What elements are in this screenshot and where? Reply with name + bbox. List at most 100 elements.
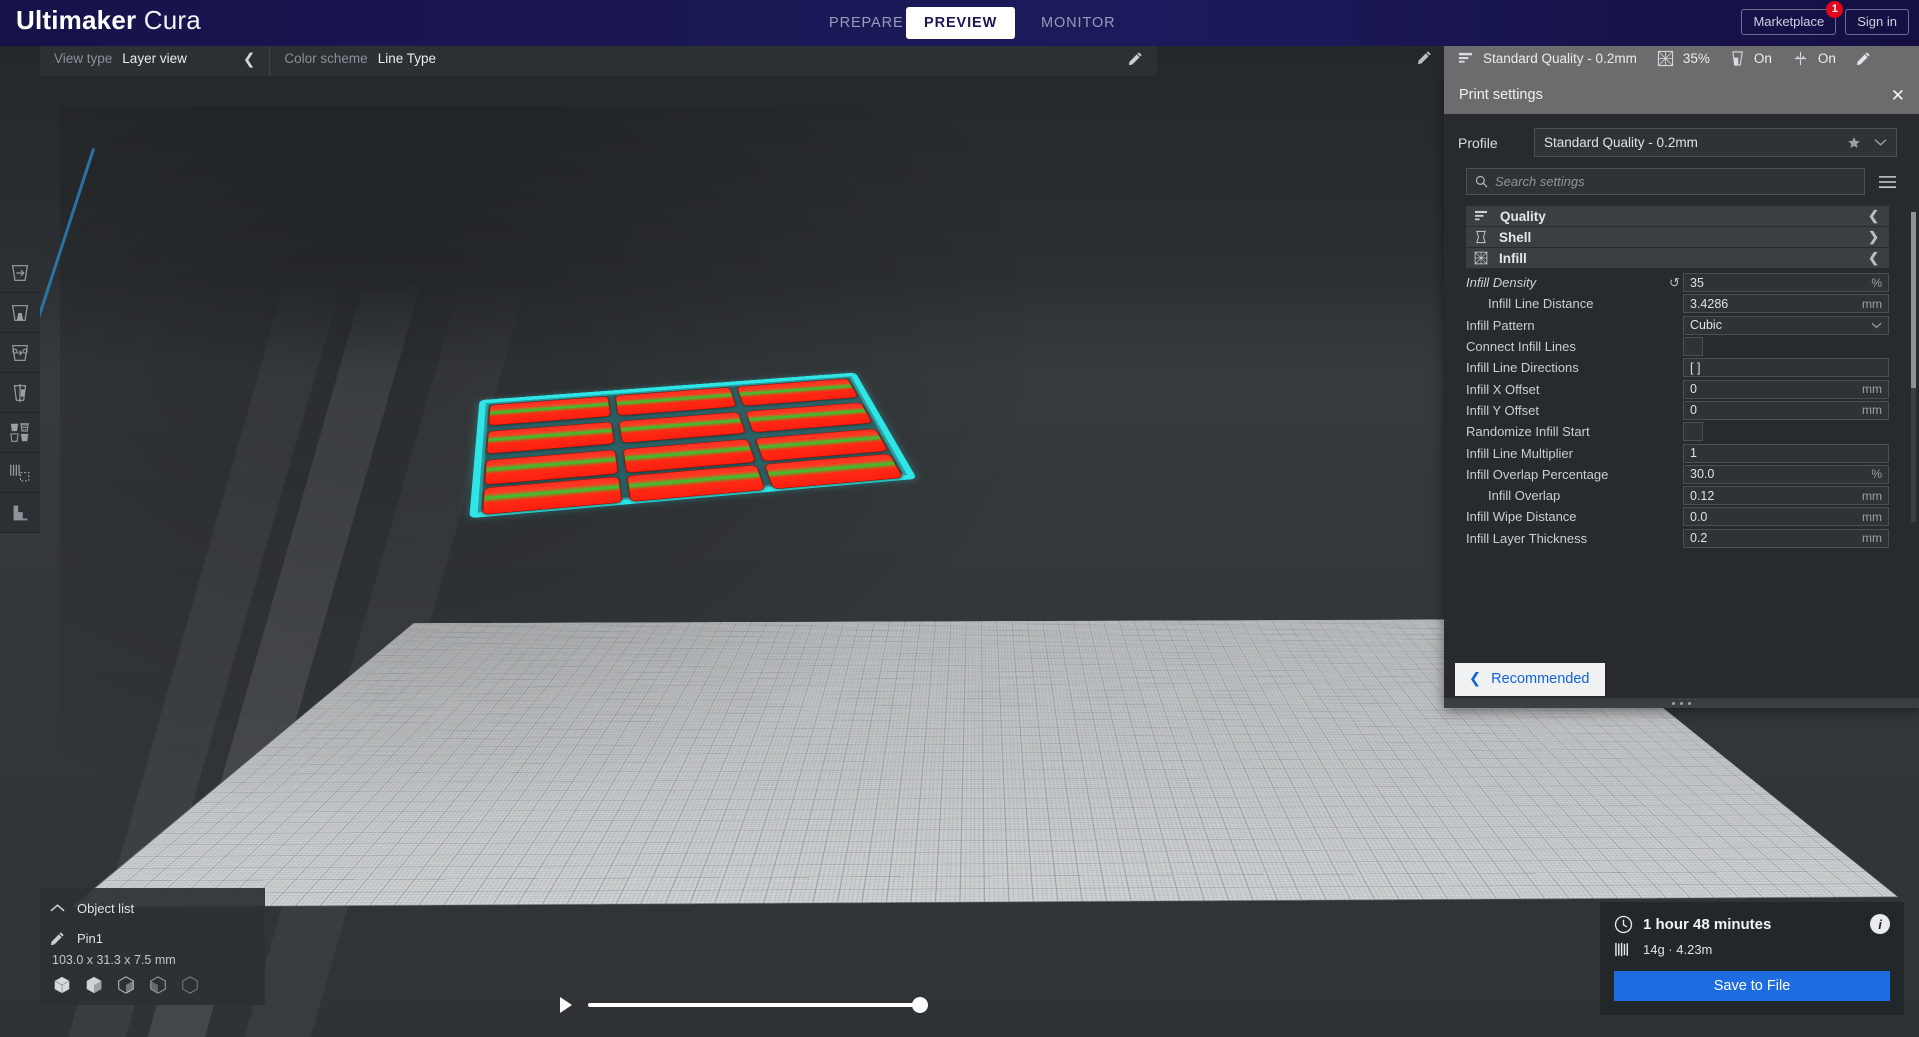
support-summary[interactable]: On: [1720, 41, 1782, 76]
tool-rail: [0, 253, 40, 533]
setting-value-field[interactable]: 30.0 %: [1683, 464, 1889, 484]
close-icon[interactable]: ✕: [1891, 87, 1905, 104]
shell-icon: [1474, 230, 1488, 244]
setting-unit: mm: [1862, 403, 1882, 418]
chevron-down-icon[interactable]: [1874, 138, 1887, 147]
object-dimensions: 103.0 x 31.3 x 7.5 mm: [52, 953, 176, 967]
main-nav: PREPARE PREVIEW MONITOR: [0, 0, 1919, 46]
info-icon[interactable]: i: [1870, 914, 1890, 934]
setting-dropdown[interactable]: Cubic: [1683, 315, 1889, 335]
cube-half-icon[interactable]: [148, 975, 168, 995]
settings-list[interactable]: Quality ❮ Shell ❯ Infill ❮ Infill Densit…: [1444, 206, 1919, 650]
chevron-down-icon[interactable]: ❯: [1868, 229, 1879, 245]
profile-summary[interactable]: Standard Quality - 0.2mm: [1444, 41, 1647, 76]
setting-value-field[interactable]: 0.0 mm: [1683, 507, 1889, 527]
color-scheme-value: Line Type: [377, 51, 436, 66]
search-input[interactable]: [1495, 174, 1856, 189]
setting-checkbox[interactable]: [1683, 422, 1703, 442]
panel-resize-grip[interactable]: [1444, 698, 1919, 708]
settings-scrollbar-thumb[interactable]: [1911, 212, 1916, 388]
settings-scrollbar[interactable]: [1911, 212, 1916, 522]
setting-checkbox[interactable]: [1683, 337, 1703, 357]
setting-unit: %: [1871, 467, 1882, 482]
print-time-value: 1 hour 48 minutes: [1643, 915, 1772, 933]
cura-application-window: Ultimaker Cura PREPARE PREVIEW MONITOR M…: [0, 0, 1919, 1037]
setting-value-field[interactable]: 1: [1683, 443, 1889, 463]
profile-row: Profile Standard Quality - 0.2mm: [1444, 114, 1919, 157]
save-to-file-button[interactable]: Save to File: [1614, 971, 1890, 1001]
settings-category-shell[interactable]: Shell ❯: [1466, 227, 1889, 248]
setting-value: 0: [1690, 382, 1697, 397]
setting-row: Infill Overlap 0.12 mm: [1466, 485, 1889, 506]
pencil-icon[interactable]: [1846, 41, 1881, 76]
panel-footer: ❮ Recommended: [1444, 650, 1919, 708]
revert-icon[interactable]: ↺: [1666, 275, 1683, 291]
play-icon[interactable]: [560, 997, 572, 1013]
setting-value: 30.0: [1690, 467, 1715, 482]
cube-outline-icon[interactable]: [116, 975, 136, 995]
marketplace-button[interactable]: Marketplace 1: [1741, 1, 1844, 35]
sign-in-button[interactable]: Sign in: [1845, 9, 1909, 35]
star-icon[interactable]: [1847, 136, 1861, 150]
settings-category-quality[interactable]: Quality ❮: [1466, 206, 1889, 227]
chevron-left-icon[interactable]: ❮: [243, 50, 256, 68]
setting-value-field[interactable]: 0.12 mm: [1683, 486, 1889, 506]
infill-summary[interactable]: 35%: [1647, 41, 1720, 76]
setting-value: 0.0: [1690, 509, 1708, 524]
setting-value-field[interactable]: [ ]: [1683, 358, 1889, 378]
setting-value-field[interactable]: 0.2 mm: [1683, 528, 1889, 548]
view-type-bar: View type Layer view ❮ Color scheme Line…: [40, 41, 1157, 76]
marketplace-label: Marketplace: [1753, 14, 1825, 29]
setting-value-field[interactable]: 35 %: [1683, 273, 1889, 293]
object-name: Pin1: [77, 930, 104, 946]
color-scheme-label: Color scheme: [284, 51, 368, 66]
rotate-tool-icon[interactable]: [0, 333, 40, 373]
setting-label: Randomize Infill Start: [1466, 424, 1590, 440]
category-label: Shell: [1499, 229, 1532, 245]
recommended-mode-button[interactable]: ❮ Recommended: [1455, 662, 1606, 696]
object-view-icons: [50, 975, 255, 995]
hamburger-icon[interactable]: [1878, 175, 1897, 189]
chevron-left-icon: ❮: [1469, 670, 1482, 687]
tab-preview[interactable]: PREVIEW: [906, 7, 1016, 39]
setting-label: Infill Density: [1466, 275, 1537, 291]
view-type-section[interactable]: View type Layer view ❮: [40, 41, 269, 76]
tab-prepare[interactable]: PREPARE: [811, 7, 922, 39]
setting-row: Infill Line Distance 3.4286 mm: [1466, 293, 1889, 314]
profile-name: Standard Quality - 0.2mm: [1483, 51, 1637, 66]
simulation-slider-handle[interactable]: [912, 997, 928, 1013]
object-list-title: Object list: [77, 900, 135, 916]
setting-row: Infill Wipe Distance 0.0 mm: [1466, 506, 1889, 527]
view-type-value: Layer view: [122, 51, 187, 66]
setting-row: Connect Infill Lines: [1466, 336, 1889, 357]
chevron-left-icon[interactable]: ❮: [1868, 208, 1879, 224]
print-settings-title: Print settings: [1459, 87, 1543, 103]
scale-tool-icon[interactable]: [0, 293, 40, 333]
print-setup-edit-icon[interactable]: [1417, 50, 1432, 65]
adhesion-summary[interactable]: On: [1782, 41, 1846, 76]
cube-solid-icon[interactable]: [52, 975, 72, 995]
simulation-play-bar: [560, 995, 928, 1015]
mirror-tool-icon[interactable]: [0, 373, 40, 413]
settings-category-infill[interactable]: Infill ❮: [1466, 248, 1889, 269]
per-model-settings-icon[interactable]: [0, 413, 40, 453]
object-list-header[interactable]: Object list: [50, 896, 255, 920]
chevron-left-icon[interactable]: ❮: [1868, 250, 1879, 266]
search-settings-box[interactable]: [1466, 168, 1865, 195]
pencil-icon[interactable]: [1128, 51, 1157, 66]
setting-value-field[interactable]: 3.4286 mm: [1683, 294, 1889, 314]
simulation-slider-track[interactable]: [588, 997, 928, 1013]
support-blocker-icon[interactable]: [0, 453, 40, 493]
object-list-item[interactable]: Pin1: [50, 926, 255, 950]
tab-monitor[interactable]: MONITOR: [1023, 7, 1134, 39]
profile-dropdown[interactable]: Standard Quality - 0.2mm: [1534, 128, 1897, 157]
setting-value-field[interactable]: 0 mm: [1683, 379, 1889, 399]
material-row: 14g · 4.23m: [1614, 941, 1890, 958]
move-tool-icon[interactable]: [0, 253, 40, 293]
color-scheme-section[interactable]: Color scheme Line Type: [270, 41, 450, 76]
cube-ghost-icon[interactable]: [180, 975, 200, 995]
setting-value-field[interactable]: 0 mm: [1683, 400, 1889, 420]
layer-step-icon[interactable]: [0, 493, 40, 533]
cube-shaded-icon[interactable]: [84, 975, 104, 995]
chevron-up-icon[interactable]: [50, 903, 65, 913]
